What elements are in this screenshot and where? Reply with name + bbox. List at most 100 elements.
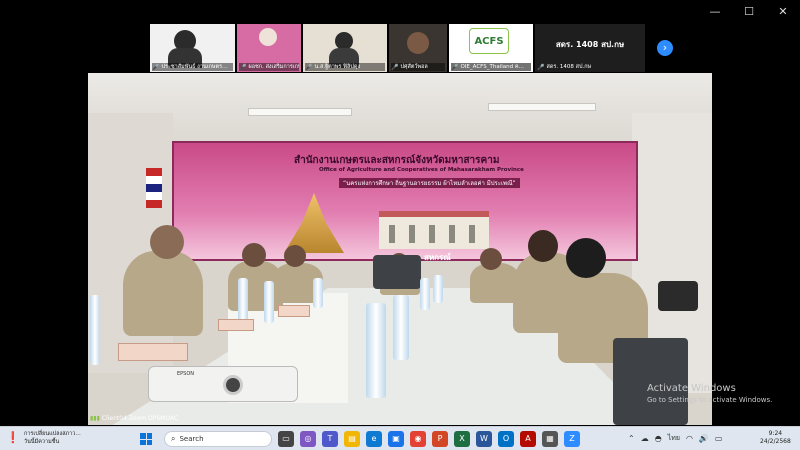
water-bottle: [433, 275, 443, 303]
temple-image: [284, 193, 344, 253]
chair: [613, 338, 688, 425]
outlook-icon[interactable]: O: [498, 431, 514, 447]
edge-icon[interactable]: e: [366, 431, 382, 447]
windows-logo-icon: [140, 439, 146, 445]
language-indicator[interactable]: ไทย: [668, 433, 680, 444]
search-placeholder: Search: [179, 435, 204, 443]
teams-icon[interactable]: T: [322, 431, 338, 447]
taskbar-clock[interactable]: 9:24 24/2/2568: [760, 430, 791, 446]
person-head: [528, 230, 558, 262]
person-head: [150, 225, 184, 259]
tile-label: 🎤ผอชก. ส่งเสริมการเกษตร: [239, 63, 299, 71]
building-window: [389, 225, 395, 243]
close-button[interactable]: ✕: [766, 0, 800, 22]
maximize-button[interactable]: ☐: [732, 0, 766, 22]
tile-label: 🎤 ปศุสัตว์พอล: [391, 63, 445, 71]
water-bottle: [264, 281, 274, 323]
participant-tile[interactable]: ACFS 🎤 OIE_ACFS_Thailand ค…: [449, 24, 533, 72]
laptop: [658, 281, 698, 311]
search-icon: ⌕: [171, 434, 176, 443]
zoom-window: — ☐ ✕ 🎤 ประชาสัมพันธ์ งานเกษตร… 🎤 ผอชก. ส่…: [0, 0, 800, 426]
cloud-icon[interactable]: ☁: [641, 434, 649, 443]
chrome-icon[interactable]: ◉: [410, 431, 426, 447]
nameplate: [278, 305, 310, 317]
copilot-icon[interactable]: ◎: [300, 431, 316, 447]
alert-icon: ❗: [6, 431, 20, 444]
building-window: [469, 225, 475, 243]
building-image: [379, 211, 489, 249]
weather-line2: วันนี้มีความชื้น: [24, 439, 60, 445]
acfs-logo: ACFS: [469, 28, 509, 54]
participant-emblem: [259, 28, 277, 46]
projector-brand: EPSON: [177, 371, 195, 377]
person-head: [284, 245, 306, 267]
water-bottle: [313, 278, 323, 308]
building-window: [449, 225, 455, 243]
weather-text: การเปลี่ยนแปลงสภาว… วันนี้มีความชื้น: [24, 430, 81, 446]
mic-muted-icon: 🎤: [451, 63, 459, 71]
participant-avatar: [407, 32, 429, 54]
water-bottle: [90, 295, 100, 365]
tile-label: 🎤 OIE_ACFS_Thailand ค…: [451, 63, 531, 71]
participant-tile[interactable]: 🎤 น.ส.ฐิตาพร ฟิลิปดุง: [303, 24, 387, 72]
nameplate: [218, 319, 254, 331]
start-button[interactable]: [140, 433, 152, 445]
person-head: [480, 248, 502, 270]
participant-tile[interactable]: สดร. 1408 สป.กษ 🎤 สดร. 1408 สป.กษ: [535, 24, 645, 72]
chevron-up-icon[interactable]: ⌃: [628, 434, 635, 443]
clock-date: 24/2/2568: [760, 438, 791, 445]
activation-watermark: Activate Windows Go to Settings to activ…: [647, 383, 772, 404]
ceiling: [88, 73, 712, 143]
zoom-icon[interactable]: Z: [564, 431, 580, 447]
mic-muted-icon: 🎤: [152, 63, 160, 71]
mic-muted-icon: 🎤: [239, 63, 247, 71]
powerpoint-icon[interactable]: P: [432, 431, 448, 447]
taskbar-search[interactable]: ⌕ Search: [164, 431, 272, 447]
mic-muted-icon: 🎤: [537, 63, 545, 71]
chair: [373, 255, 421, 289]
volume-icon[interactable]: 🔊: [699, 434, 709, 443]
wifi-icon[interactable]: ◠: [686, 434, 693, 443]
word-icon[interactable]: W: [476, 431, 492, 447]
watermark-subtitle: Go to Settings to activate Windows.: [647, 396, 773, 404]
gallery-strip: 🎤 ประชาสัมพันธ์ งานเกษตร… 🎤 ผอชก. ส่งเสริม…: [150, 24, 650, 72]
participant-tile[interactable]: 🎤ผอชก. ส่งเสริมการเกษตร: [237, 24, 301, 72]
file-explorer-icon[interactable]: ▭: [278, 431, 294, 447]
windows-logo-icon: [146, 439, 152, 445]
participant-tile[interactable]: 🎤 ปศุสัตว์พอล: [389, 24, 447, 72]
weather-widget[interactable]: ❗ การเปลี่ยนแปลงสภาว… วันนี้มีความชื้น: [6, 430, 81, 446]
thai-flag: [146, 168, 162, 208]
participant-name-display: สดร. 1408 สป.กษ: [555, 40, 625, 49]
onedrive-icon[interactable]: ◓: [655, 434, 662, 443]
weather-line1: การเปลี่ยนแปลงสภาว…: [24, 431, 81, 437]
acrobat-icon[interactable]: A: [520, 431, 536, 447]
system-tray: ⌃ ☁ ◓ ไทย ◠ 🔊 ▭: [628, 433, 722, 444]
participant-tile[interactable]: 🎤 ประชาสัมพันธ์ งานเกษตร…: [150, 24, 235, 72]
tile-label: 🎤 สดร. 1408 สป.กษ: [537, 63, 592, 71]
office-banner: สำนักงานเกษตรและสหกรณ์จังหวัดมหาสารคาม O…: [172, 141, 638, 262]
mic-muted-icon: 🎤: [305, 63, 313, 71]
minimize-button[interactable]: —: [698, 0, 732, 22]
signal-icon: ▮▮▮: [90, 415, 100, 422]
water-bottle: [420, 278, 430, 310]
water-bottle: [366, 303, 386, 398]
water-bottle: [393, 295, 409, 360]
client-label: ▮▮▮ Client04 Zoom OPSMOAC: [90, 415, 179, 422]
clock-time: 9:24: [768, 430, 783, 437]
nameplate: [118, 343, 188, 361]
window-controls: — ☐ ✕: [698, 0, 800, 22]
battery-icon[interactable]: ▭: [715, 434, 723, 443]
building-window: [429, 225, 435, 243]
water-bottle: [238, 278, 248, 322]
excel-icon[interactable]: X: [454, 431, 470, 447]
banner-subtitle: Office of Agriculture and Cooperatives o…: [319, 167, 524, 173]
ceiling-light: [488, 103, 596, 111]
gallery-next-button[interactable]: ›: [657, 40, 673, 56]
main-video[interactable]: สำนักงานเกษตรและสหกรณ์จังหวัดมหาสารคาม O…: [88, 73, 712, 425]
tile-label: 🎤 ประชาสัมพันธ์ งานเกษตร…: [152, 63, 233, 71]
person-head: [242, 243, 266, 267]
taskbar-pins: ▭ ◎ T ▤ e ▣ ◉ P X W O A ▦ Z: [278, 431, 580, 447]
app-grey-icon[interactable]: ▦: [542, 431, 558, 447]
folder-icon[interactable]: ▤: [344, 431, 360, 447]
store-icon[interactable]: ▣: [388, 431, 404, 447]
